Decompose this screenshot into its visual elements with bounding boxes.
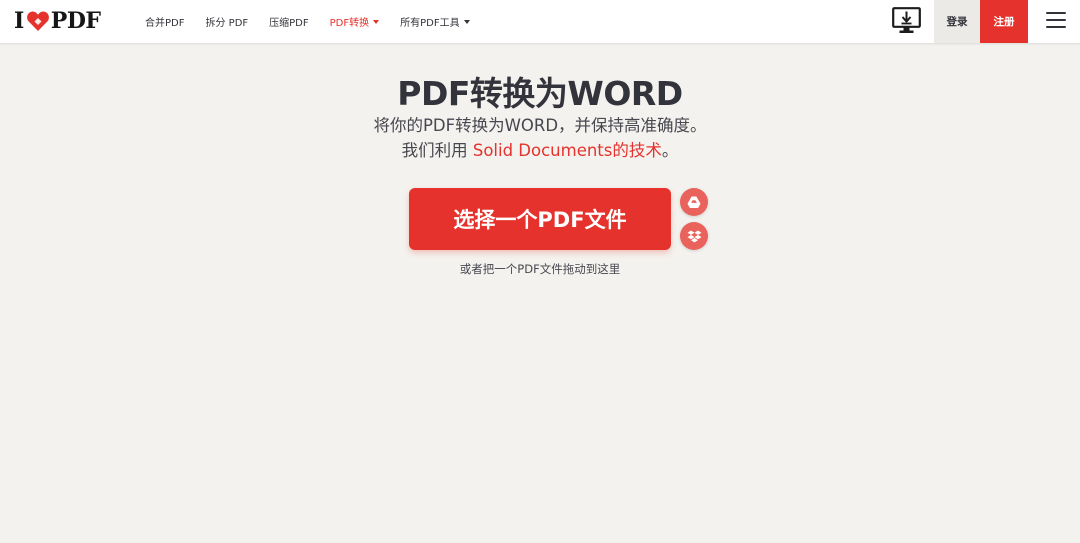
select-pdf-button[interactable]: 选择一个PDF文件 xyxy=(409,188,671,250)
desktop-download-icon[interactable] xyxy=(892,7,921,34)
page-subtitle-credit: 我们利用 Solid Documents的技术。 xyxy=(0,137,1080,161)
menu-bar xyxy=(1046,19,1066,21)
nav-merge-pdf[interactable]: 合并PDF xyxy=(145,14,184,29)
signup-button[interactable]: 注册 xyxy=(980,0,1028,43)
nav-merge-pdf-label: 合并PDF xyxy=(145,18,185,29)
login-button[interactable]: 登录 xyxy=(934,0,980,43)
dropbox-button[interactable] xyxy=(680,222,708,250)
nav-all-pdf-tools[interactable]: 所有PDF工具 xyxy=(400,14,470,29)
nav-compress-pdf[interactable]: 压缩PDF xyxy=(269,14,308,29)
chevron-down-icon xyxy=(463,19,470,24)
hamburger-menu-icon[interactable] xyxy=(1046,12,1066,28)
credit-suffix: 。 xyxy=(661,141,679,160)
drop-hint: 或者把一个PDF文件拖动到这里 xyxy=(459,262,621,276)
google-drive-icon xyxy=(687,196,701,208)
nav-compress-pdf-label: 压缩PDF xyxy=(269,18,309,29)
dropbox-icon xyxy=(687,230,701,242)
top-navbar: I PDF 合并PDF 拆分 PDF 压缩PDF PDF转换 所有PDF工具 登… xyxy=(0,0,1080,43)
nav-convert-pdf[interactable]: PDF转换 xyxy=(329,14,380,29)
chevron-down-icon xyxy=(373,19,380,24)
nav-split-pdf[interactable]: 拆分 PDF xyxy=(205,14,248,29)
select-pdf-button-label: 选择一个PDF文件 xyxy=(453,208,627,232)
nav-convert-pdf-label: PDF转换 xyxy=(329,18,370,29)
logo-text-i: I xyxy=(14,8,24,34)
ilovepdf-logo[interactable]: I PDF xyxy=(14,7,101,35)
nav-all-pdf-tools-label: 所有PDF工具 xyxy=(400,18,460,29)
menu-bar xyxy=(1046,26,1066,28)
page-title: PDF转换为WORD xyxy=(397,74,683,113)
page-subtitle: 将你的PDF转换为WORD，并保持高准确度。 xyxy=(373,116,707,135)
credit-prefix: 我们利用 xyxy=(401,141,473,160)
logo-text-pdf: PDF xyxy=(50,8,101,34)
heart-icon xyxy=(26,11,49,31)
nav-split-pdf-label: 拆分 PDF xyxy=(205,18,249,29)
main-nav: 合并PDF 拆分 PDF 压缩PDF PDF转换 所有PDF工具 xyxy=(145,0,491,43)
menu-bar xyxy=(1046,12,1066,14)
solid-documents-link[interactable]: Solid Documents的技术 xyxy=(473,141,662,160)
google-drive-button[interactable] xyxy=(680,188,708,216)
